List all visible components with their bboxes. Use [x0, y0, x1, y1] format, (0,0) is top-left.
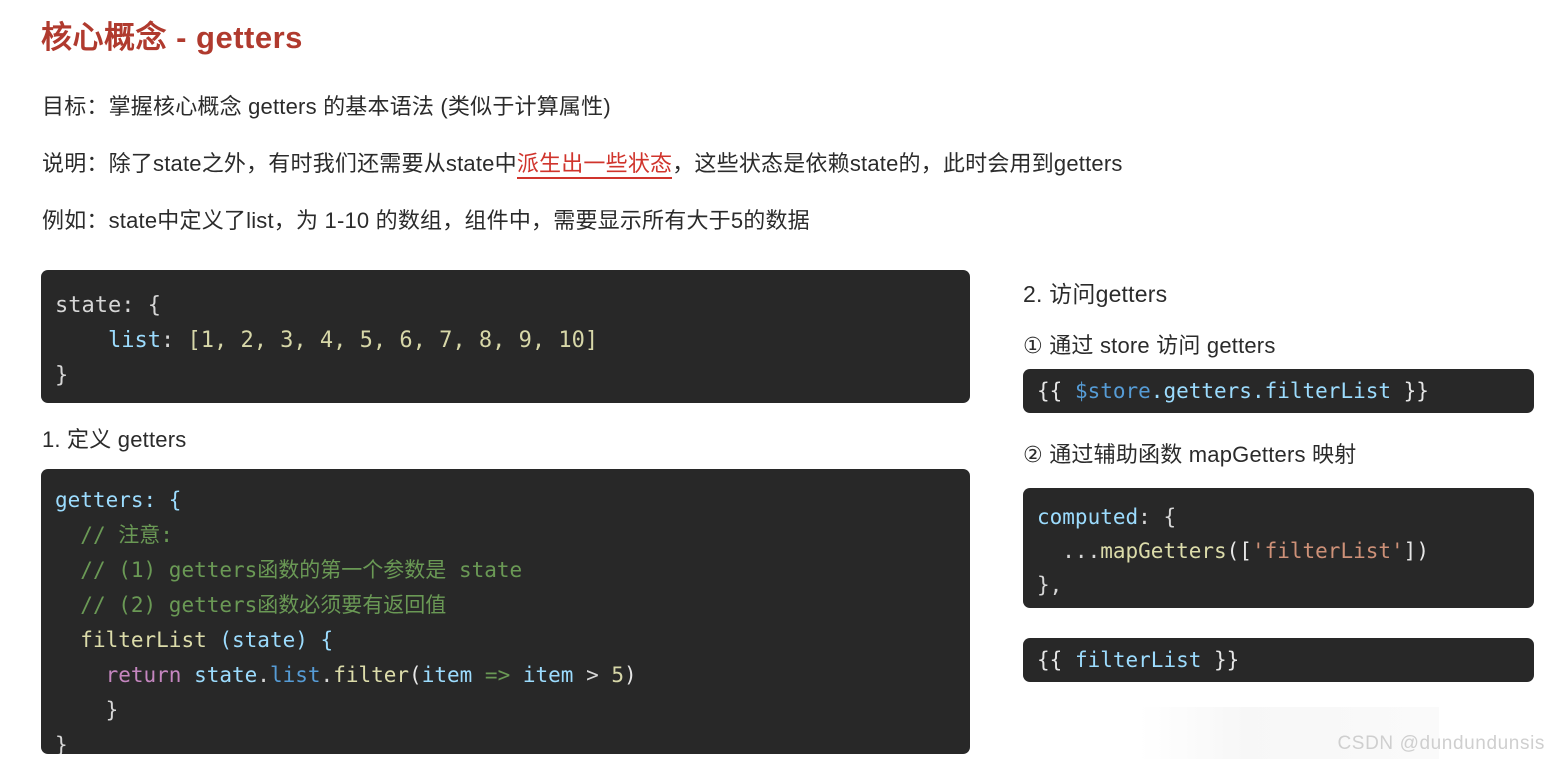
code-token-store: $store — [1074, 379, 1151, 403]
code-token-arrow: => — [472, 663, 523, 687]
code-line: } — [55, 728, 970, 754]
code-line: } — [55, 358, 970, 393]
example-text: state中定义了list，为 1-10 的数组，组件中，需要显示所有大于5的数… — [108, 208, 810, 233]
code-comment-rule-2: // (2) getters函数必须要有返回值 — [80, 593, 447, 617]
code-token-dot: . — [257, 663, 270, 687]
description-line: 说明：除了state之外，有时我们还需要从state中派生出一些状态，这些状态是… — [42, 146, 1123, 179]
code-token-mustache-close: }} — [1391, 379, 1429, 403]
code-token-mapgetters-fn: mapGetters — [1100, 539, 1227, 563]
code-token-filter-method: filter — [333, 663, 410, 687]
code-token-mustache-open: {{ — [1037, 379, 1075, 403]
description-label: 说明： — [42, 151, 109, 176]
code-token-return: return — [105, 663, 182, 687]
code-token-outer-close: } — [55, 733, 68, 754]
code-token-list-prop: list — [107, 328, 161, 353]
code-token-state-obj: state — [181, 663, 258, 687]
example-label: 例如： — [42, 208, 109, 233]
code-line: // (2) getters函数必须要有返回值 — [55, 588, 970, 623]
code-token-close-brace: } — [55, 363, 69, 388]
code-line: computed: { — [1037, 500, 1534, 534]
code-token-five: 5 — [611, 663, 625, 687]
code-token-spread: ... — [1037, 539, 1101, 563]
code-token-computed-key: computed — [1037, 505, 1139, 529]
code-token-filterlist-ref: filterList — [1074, 648, 1202, 672]
code-block-store-access: {{ $store.getters.filterList }} — [1023, 369, 1534, 413]
example-line: 例如：state中定义了list，为 1-10 的数组，组件中，需要显示所有大于… — [42, 203, 810, 235]
code-line: state: { — [55, 288, 970, 323]
code-token-getters-key: getters: { — [55, 488, 182, 512]
code-token-computed-rest: : { — [1138, 505, 1177, 529]
code-token-bracket-close: ]) — [1403, 539, 1429, 563]
code-token-bracket-open: ([ — [1226, 539, 1252, 563]
code-line: getters: { — [55, 483, 970, 518]
code-token-list-value: [1, 2, 3, 4, 5, 6, 7, 8, 9, 10] — [187, 328, 599, 353]
code-token-inner-close: } — [80, 698, 119, 722]
code-token-computed-close: }, — [1037, 573, 1063, 597]
code-token-paren-open: ( — [409, 663, 422, 687]
code-line: // 注意: — [55, 518, 970, 553]
code-line: } — [55, 693, 970, 728]
code-token-item-ref: item — [522, 663, 574, 687]
code-token-mustache-close: }} — [1201, 648, 1240, 672]
goal-text: 掌握核心概念 getters 的基本语法 (类似于计算属性) — [108, 94, 611, 119]
code-block-state: state: { list: [1, 2, 3, 4, 5, 6, 7, 8, … — [41, 270, 970, 403]
code-token-state-key: state: { — [55, 293, 161, 318]
csdn-watermark: CSDN @dundundunsis — [1337, 733, 1545, 754]
code-token-item-param: item — [421, 663, 473, 687]
code-line: filterList (state) { — [55, 623, 970, 658]
description-after: ，这些状态是依赖state的，此时会用到getters — [672, 151, 1123, 176]
code-token-gt: > — [573, 663, 612, 687]
code-token-paren-close: ) — [624, 663, 637, 687]
goal-line: 目标：掌握核心概念 getters 的基本语法 (类似于计算属性) — [42, 89, 611, 121]
description-highlight: 派生出一些状态 — [516, 151, 673, 179]
code-token-list-ref: list — [269, 663, 321, 687]
goal-label: 目标： — [42, 94, 109, 119]
code-block-getters: getters: { // 注意: // (1) getters函数的第一个参数… — [41, 469, 970, 754]
code-token-mustache-open: {{ — [1037, 648, 1075, 672]
code-token-filterlist-fn: filterList — [80, 628, 207, 652]
code-token-filterlist-string: 'filterList' — [1251, 539, 1404, 563]
heading-access-getters: 2. 访问getters — [1023, 281, 1168, 307]
heading-define-getters: 1. 定义 getters — [42, 427, 187, 452]
description-before: 除了state之外，有时我们还需要从state中 — [108, 151, 517, 176]
code-token-getters-path: .getters.filterList — [1150, 379, 1392, 403]
code-line: return state.list.filter(item => item > … — [55, 658, 970, 693]
code-line: }, — [1037, 568, 1534, 602]
heading-via-map-getters: ② 通过辅助函数 mapGetters 映射 — [1023, 442, 1357, 467]
code-comment-rule-1: // (1) getters函数的第一个参数是 state — [80, 558, 523, 582]
page-title: 核心概念 - getters — [41, 20, 303, 55]
code-token-colon: : — [160, 328, 188, 353]
code-token-filterlist-params: (state) { — [206, 628, 334, 652]
code-line: // (1) getters函数的第一个参数是 state — [55, 553, 970, 588]
code-comment-note: // 注意: — [80, 523, 173, 547]
code-line: list: [1, 2, 3, 4, 5, 6, 7, 8, 9, 10] — [55, 323, 970, 358]
slide-page: 核心概念 - getters 目标：掌握核心概念 getters 的基本语法 (… — [0, 0, 1559, 763]
heading-via-store: ① 通过 store 访问 getters — [1023, 333, 1276, 358]
code-block-computed: computed: { ...mapGetters(['filterList']… — [1023, 488, 1534, 608]
code-block-interpolation: {{ filterList }} — [1023, 638, 1534, 682]
code-token-dot: . — [320, 663, 334, 687]
code-line: ...mapGetters(['filterList']) — [1037, 534, 1534, 568]
